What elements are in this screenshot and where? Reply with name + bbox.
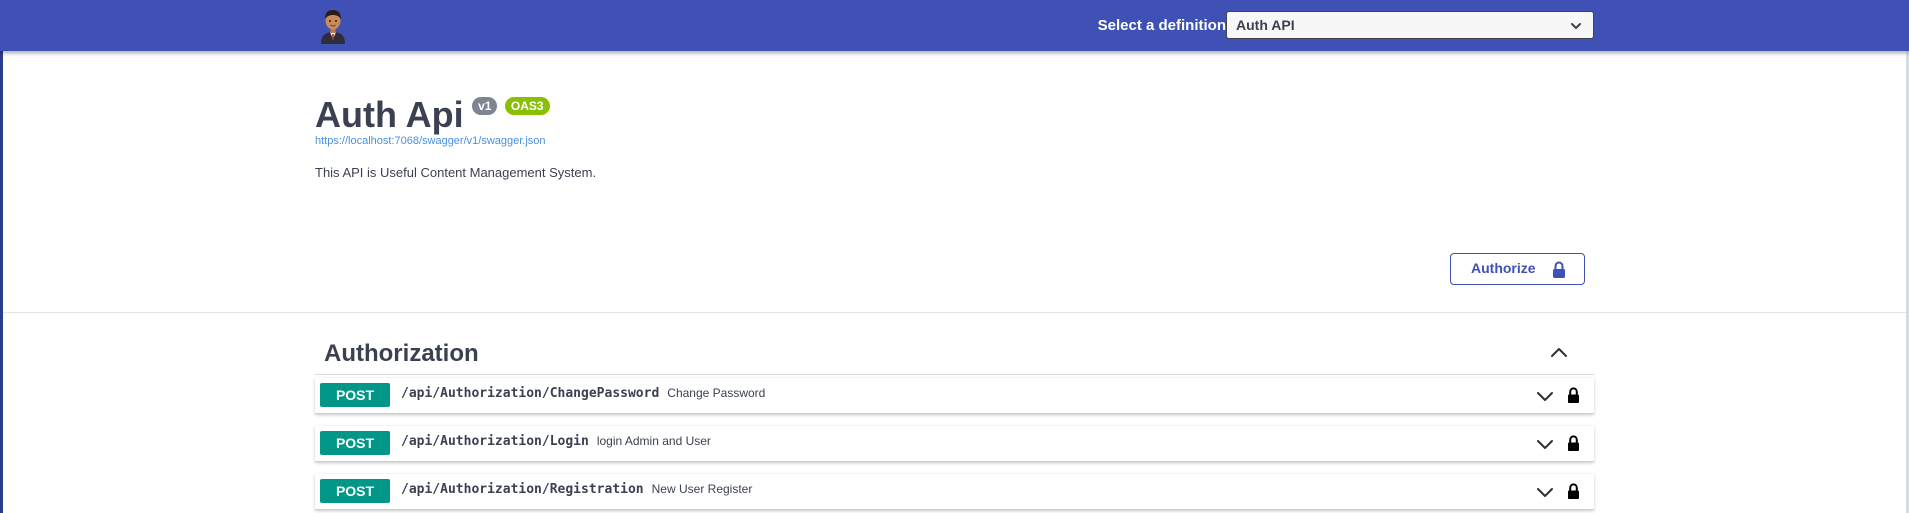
chevron-up-icon[interactable] bbox=[1549, 342, 1569, 362]
http-method-badge: POST bbox=[320, 479, 390, 503]
authorize-button[interactable]: Authorize bbox=[1450, 253, 1585, 285]
chevron-down-icon bbox=[1571, 23, 1581, 29]
definition-select[interactable]: Auth API bbox=[1226, 11, 1594, 39]
authorize-label: Authorize bbox=[1471, 260, 1536, 276]
operation-row[interactable]: POST /api/Authorization/Login login Admin… bbox=[315, 426, 1594, 462]
select-definition-label: Select a definition bbox=[1097, 17, 1226, 34]
operation-summary: New User Register bbox=[651, 482, 753, 496]
operation-row[interactable]: POST /api/Authorization/Registration New … bbox=[315, 474, 1594, 510]
topbar: Select a definition Auth API bbox=[0, 0, 1909, 51]
oas-badge: OAS3 bbox=[504, 97, 550, 115]
topbar-inner: Select a definition Auth API bbox=[315, 0, 1594, 51]
tag-underline bbox=[315, 374, 1594, 375]
operation-path: /api/Authorization/Login bbox=[401, 434, 589, 449]
definition-select-value: Auth API bbox=[1236, 17, 1295, 33]
lock-icon[interactable] bbox=[1567, 387, 1580, 404]
title-row: Auth Api v1 OAS3 bbox=[315, 90, 550, 140]
spec-url-link[interactable]: https://localhost:7068/swagger/v1/swagge… bbox=[315, 135, 546, 147]
operation-summary: login Admin and User bbox=[596, 434, 711, 448]
lock-icon[interactable] bbox=[1567, 435, 1580, 452]
chevron-down-icon[interactable] bbox=[1536, 437, 1554, 451]
http-method-badge: POST bbox=[320, 383, 390, 407]
operation-path-container: /api/Authorization/ChangePassword Change … bbox=[401, 386, 765, 401]
chevron-down-icon[interactable] bbox=[1536, 485, 1554, 499]
lock-icon[interactable] bbox=[1567, 483, 1580, 500]
lock-icon bbox=[1553, 261, 1565, 278]
chevron-down-icon[interactable] bbox=[1536, 389, 1554, 403]
operation-row[interactable]: POST /api/Authorization/ChangePassword Ch… bbox=[315, 378, 1594, 414]
operation-path-container: /api/Authorization/Login login Admin and … bbox=[401, 434, 711, 449]
api-description: This API is Useful Content Management Sy… bbox=[315, 165, 597, 180]
version-badge: v1 bbox=[472, 97, 498, 115]
operation-path: /api/Authorization/ChangePassword bbox=[401, 386, 660, 401]
api-title: Auth Api bbox=[315, 94, 464, 135]
avatar-logo-icon[interactable] bbox=[315, 8, 351, 44]
tag-title: Authorization bbox=[324, 340, 479, 367]
section-divider bbox=[3, 312, 1906, 313]
http-method-badge: POST bbox=[320, 431, 390, 455]
tag-header-authorization[interactable]: Authorization bbox=[315, 330, 1594, 375]
operation-path-container: /api/Authorization/Registration New User … bbox=[401, 482, 752, 497]
operation-summary: Change Password bbox=[667, 386, 766, 400]
operation-path: /api/Authorization/Registration bbox=[401, 482, 644, 497]
